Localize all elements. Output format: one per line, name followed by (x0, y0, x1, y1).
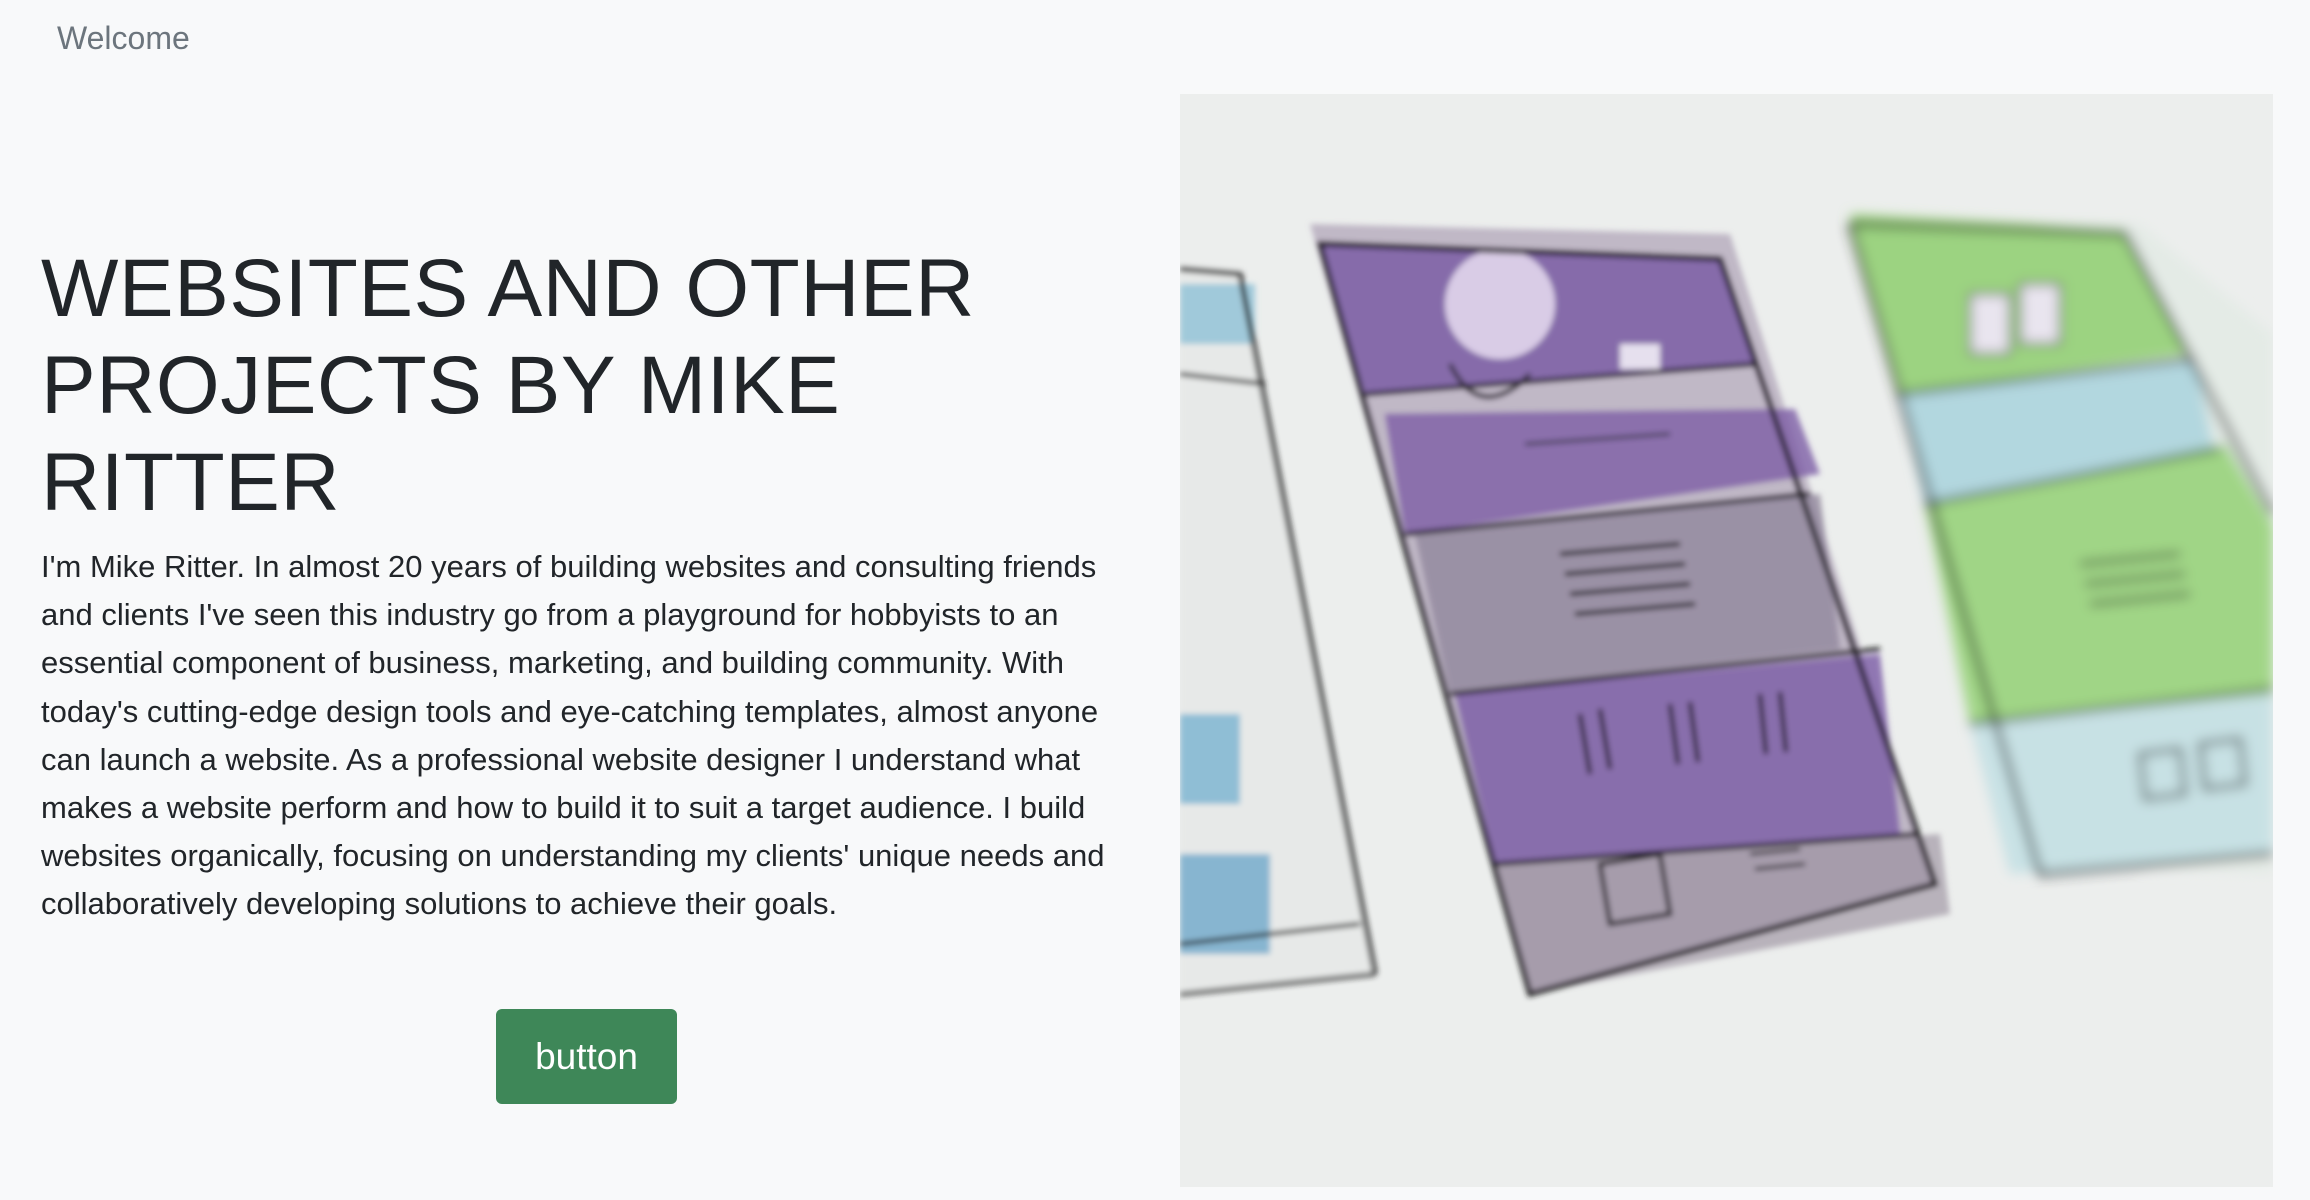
page-title: WEBSITES AND OTHER PROJECTS BY MIKE RITT… (41, 243, 975, 528)
navbar-brand-link[interactable]: Welcome (57, 18, 190, 58)
wireframe-sketch-illustration (1180, 94, 2273, 1187)
cta-button[interactable]: button (496, 1009, 677, 1104)
bio-paragraph: I'm Mike Ritter. In almost 20 years of b… (41, 549, 1105, 922)
hero-text-column: WEBSITES AND OTHER PROJECTS BY MIKE RITT… (41, 240, 1141, 531)
navbar: Welcome (0, 0, 2310, 80)
hero-image (1180, 94, 2273, 1187)
